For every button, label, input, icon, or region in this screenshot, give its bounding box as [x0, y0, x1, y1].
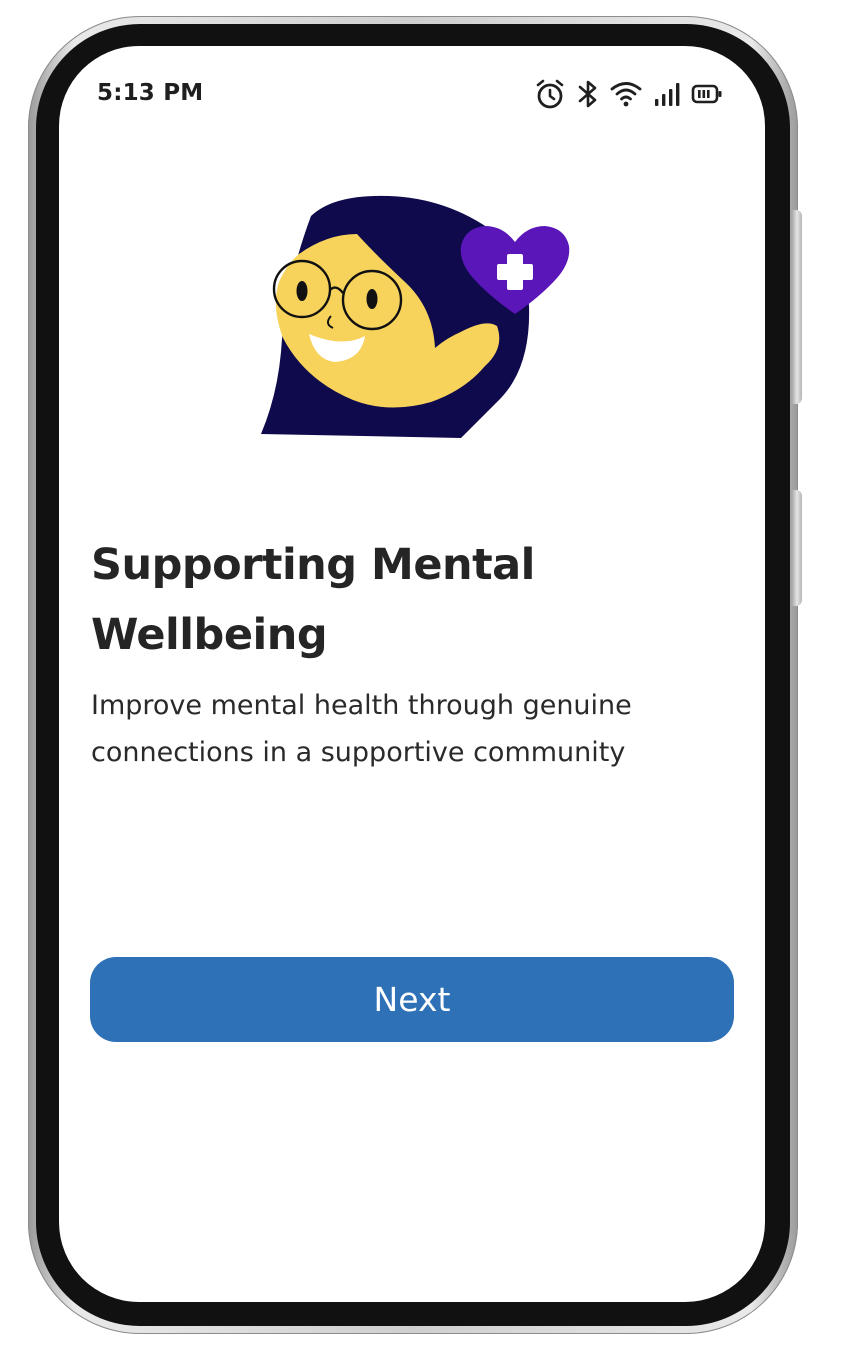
phone-volume-button — [792, 210, 802, 404]
battery-icon — [691, 83, 723, 105]
person-with-heart-plus-icon — [239, 176, 579, 456]
alarm-icon — [533, 77, 567, 111]
next-button[interactable]: Next — [90, 957, 734, 1042]
page-title: Supporting Mental Wellbeing — [91, 540, 535, 660]
status-time: 5:13 PM — [97, 80, 204, 106]
status-icons — [533, 76, 723, 112]
phone-power-button — [792, 490, 802, 606]
wifi-icon — [609, 80, 643, 108]
bluetooth-icon — [577, 78, 599, 110]
signal-icon — [653, 80, 681, 108]
phone-screen: 5:13 PM Supporting Mental Wellbeing Impr… — [59, 46, 765, 1302]
page-subtitle: Improve mental health through genuine co… — [91, 690, 632, 768]
